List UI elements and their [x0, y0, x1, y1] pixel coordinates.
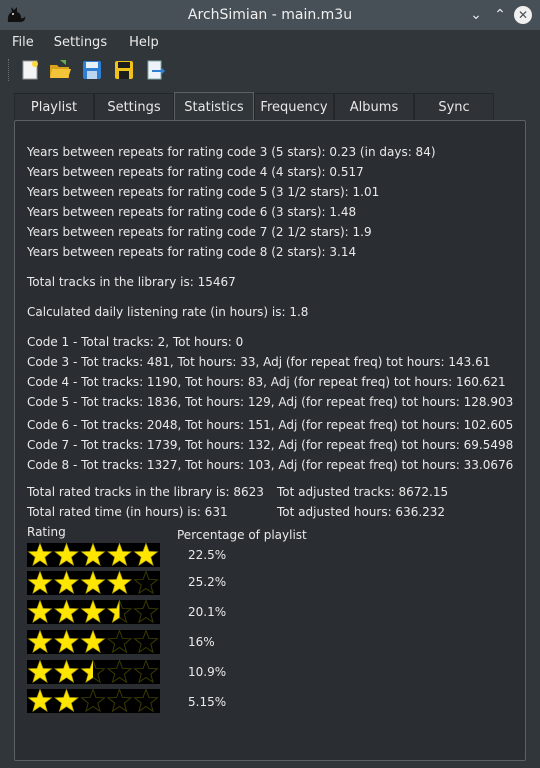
tot-adjusted-hours-text: Tot adjusted hours: 636.232 [277, 505, 446, 519]
open-folder-icon[interactable] [48, 58, 72, 82]
rating-header: Rating [27, 525, 66, 539]
star-empty-icon [133, 689, 159, 713]
repeat-line-code7: Years between repeats for rating code 7 … [27, 225, 372, 239]
star-filled-icon [81, 630, 105, 653]
repeat-line-code4: Years between repeats for rating code 4 … [27, 165, 364, 179]
star-filled-icon [54, 660, 79, 683]
main-area: Playlist Settings Statistics Frequency A… [0, 88, 540, 768]
title-bar: ArchSimian - main.m3u ⌄ ⌃ ✕ [0, 0, 540, 30]
star-filled-icon [28, 543, 52, 566]
menu-file[interactable]: File [12, 30, 34, 54]
tab-bar: Playlist Settings Statistics Frequency A… [14, 92, 494, 121]
save-as-icon[interactable] [112, 58, 136, 82]
star-empty-icon [80, 689, 106, 713]
rating-percentage: 25.2% [188, 575, 227, 589]
star-empty-icon [133, 600, 159, 624]
total-rated-time-text: Total rated time (in hours) is: 631 [27, 505, 228, 519]
star-rating-graphic [27, 689, 159, 713]
star-filled-icon [28, 571, 52, 594]
tot-adjusted-tracks-text: Tot adjusted tracks: 8672.15 [277, 485, 449, 499]
star-empty-icon [133, 630, 159, 654]
repeat-line-code3: Years between repeats for rating code 3 … [27, 145, 436, 159]
rating-percentage: 10.9% [188, 665, 227, 679]
tab-sync[interactable]: Sync [414, 93, 494, 121]
statistics-panel: Years between repeats for rating code 3 … [14, 120, 526, 761]
star-filled-icon [81, 571, 105, 594]
toolbar-separator [8, 59, 10, 81]
star-rating-row [27, 600, 160, 624]
star-empty-icon [133, 571, 159, 595]
code-line-4: Code 4 - Tot tracks: 1190, Tot hours: 83… [27, 375, 506, 389]
minimize-button[interactable]: ⌄ [466, 5, 486, 25]
export-icon[interactable] [143, 58, 167, 82]
menu-help[interactable]: Help [129, 30, 159, 54]
star-rating-graphic [27, 630, 159, 654]
star-filled-icon [107, 571, 132, 594]
tab-frequency[interactable]: Frequency [254, 93, 334, 121]
repeat-line-code8: Years between repeats for rating code 8 … [27, 245, 357, 259]
star-filled-icon [81, 600, 105, 623]
window-title: ArchSimian - main.m3u [187, 7, 353, 23]
star-rating-graphic [27, 571, 159, 595]
star-rating-graphic [27, 600, 159, 624]
star-empty-icon [133, 660, 159, 684]
star-filled-icon [107, 543, 132, 566]
total-rated-tracks-text: Total rated tracks in the library is: 86… [27, 485, 264, 499]
star-filled-icon [28, 600, 52, 623]
star-empty-icon [106, 660, 133, 684]
star-filled-icon [54, 630, 79, 653]
cat-logo-icon [7, 7, 26, 22]
star-filled-icon [54, 571, 79, 594]
star-filled-icon [28, 689, 52, 712]
save-icon[interactable] [80, 58, 104, 82]
code-line-5: Code 5 - Tot tracks: 1836, Tot hours: 12… [27, 395, 514, 409]
code-line-6: Code 6 - Tot tracks: 2048, Tot hours: 15… [27, 418, 514, 432]
rating-percentage: 20.1% [188, 605, 227, 619]
star-filled-icon [54, 543, 79, 566]
menu-settings[interactable]: Settings [54, 30, 107, 54]
star-rating-row [27, 660, 160, 684]
tab-statistics[interactable]: Statistics [174, 92, 254, 121]
toolbar [0, 54, 540, 88]
code-line-1: Code 1 - Total tracks: 2, Tot hours: 0 [27, 335, 244, 349]
star-filled-icon [81, 543, 105, 566]
star-rating-row [27, 571, 160, 595]
star-rating-row [27, 543, 160, 567]
star-rating-row [27, 630, 160, 654]
percentage-header: Percentage of playlist [177, 528, 307, 542]
tab-playlist[interactable]: Playlist [14, 93, 94, 121]
tab-settings[interactable]: Settings [94, 93, 174, 121]
star-empty-icon [106, 630, 133, 654]
star-filled-icon [28, 630, 52, 653]
repeat-line-code5: Years between repeats for rating code 5 … [27, 185, 380, 199]
star-empty-icon [106, 689, 133, 713]
star-filled-icon [54, 600, 79, 623]
daily-rate-text: Calculated daily listening rate (in hour… [27, 305, 309, 319]
rating-percentage: 5.15% [188, 695, 227, 709]
code-line-7: Code 7 - Tot tracks: 1739, Tot hours: 13… [27, 438, 514, 452]
star-rating-row [27, 689, 160, 713]
star-filled-icon [134, 543, 158, 566]
code-line-8: Code 8 - Tot tracks: 1327, Tot hours: 10… [27, 458, 514, 472]
close-button[interactable]: ✕ [514, 6, 532, 24]
menu-bar: File Settings Help [0, 30, 540, 54]
total-tracks-text: Total tracks in the library is: 15467 [27, 275, 236, 289]
maximize-button[interactable]: ⌃ [490, 5, 510, 25]
star-filled-icon [28, 660, 52, 683]
star-rating-graphic [27, 543, 159, 567]
star-filled-icon [54, 689, 79, 712]
rating-percentage: 22.5% [188, 548, 227, 562]
star-rating-graphic [27, 660, 159, 684]
code-line-3: Code 3 - Tot tracks: 481, Tot hours: 33,… [27, 355, 491, 369]
tab-albums[interactable]: Albums [334, 93, 414, 121]
new-file-icon[interactable] [18, 58, 42, 82]
repeat-line-code6: Years between repeats for rating code 6 … [27, 205, 357, 219]
rating-percentage: 16% [188, 635, 215, 649]
